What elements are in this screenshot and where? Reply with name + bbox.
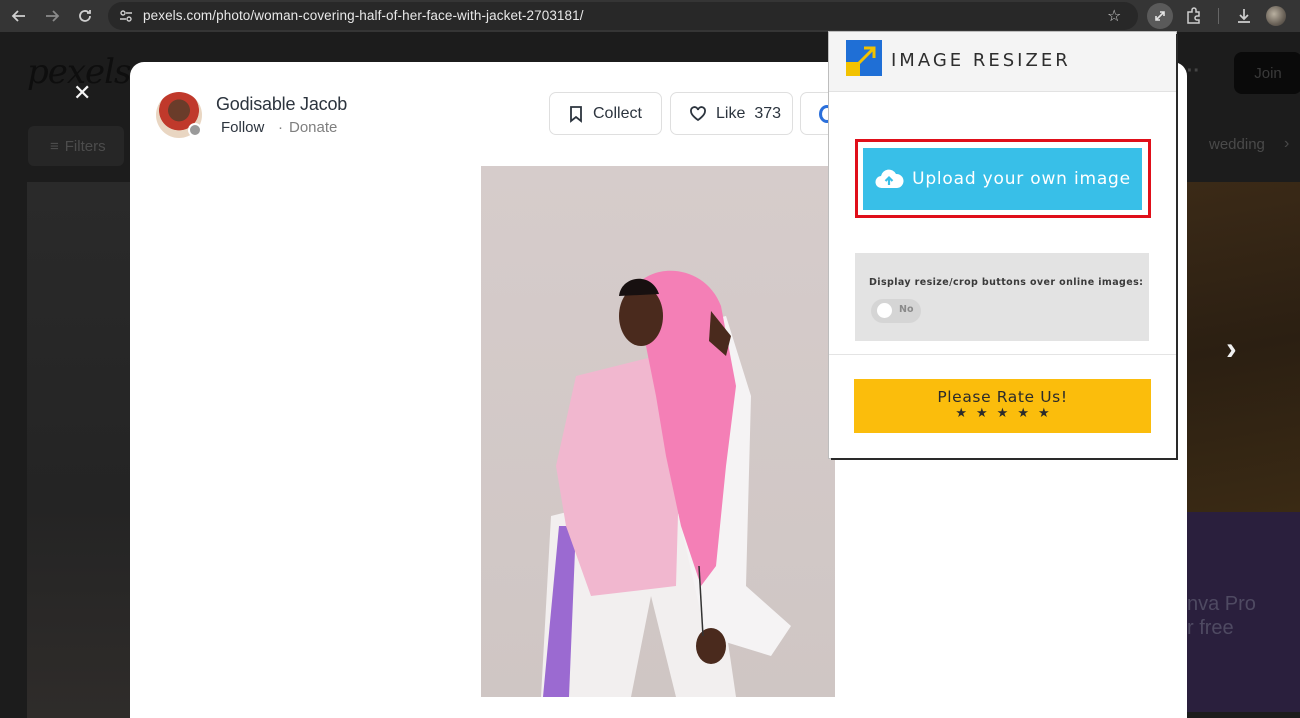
next-photo-arrow-icon[interactable]: ›: [1226, 330, 1237, 367]
overlay-option-panel: Display resize/crop buttons over online …: [855, 253, 1149, 341]
downloads-icon[interactable]: [1234, 6, 1254, 26]
photo-image: [481, 166, 835, 697]
forward-icon[interactable]: [41, 5, 63, 27]
author-name[interactable]: Godisable Jacob: [216, 94, 347, 115]
address-bar[interactable]: pexels.com/photo/woman-covering-half-of-…: [108, 2, 1138, 30]
heart-icon: [690, 105, 706, 121]
like-label: Like: [716, 104, 746, 122]
donate-label: Donate: [289, 119, 338, 136]
extensions-icon[interactable]: [1184, 6, 1204, 26]
overlay-option-label: Display resize/crop buttons over online …: [869, 277, 1144, 288]
profile-avatar[interactable]: [1266, 6, 1286, 26]
filters-label: Filters: [64, 137, 106, 155]
bookmark-icon: [570, 105, 582, 123]
upload-label: Upload your own image: [912, 169, 1131, 189]
follow-button[interactable]: Follow: [221, 119, 264, 136]
image-resizer-logo-icon: [846, 40, 882, 76]
donate-link[interactable]: · Donate: [278, 119, 337, 136]
like-button[interactable]: Like 373: [670, 92, 793, 135]
bookmark-star-icon[interactable]: ☆: [1107, 6, 1121, 26]
main-photo[interactable]: [481, 166, 835, 697]
close-modal-icon[interactable]: ✕: [73, 80, 91, 106]
collect-button[interactable]: Collect: [549, 92, 662, 135]
cloud-upload-icon: [875, 169, 904, 189]
like-count: 373: [754, 104, 782, 122]
browser-toolbar: pexels.com/photo/woman-covering-half-of-…: [0, 0, 1300, 32]
rating-stars-icon: ★★★★★: [955, 406, 1059, 421]
upload-image-button[interactable]: Upload your own image: [863, 148, 1142, 210]
background-photo-left: [27, 182, 130, 718]
promo-text: nva Pro r free: [1187, 592, 1256, 640]
rate-us-button[interactable]: Please Rate Us! ★★★★★: [854, 379, 1151, 433]
overlay-toggle[interactable]: No: [871, 299, 921, 323]
collect-label: Collect: [593, 104, 642, 122]
popup-divider: [829, 354, 1176, 355]
rate-label: Please Rate Us!: [937, 388, 1068, 406]
toggle-state: No: [899, 304, 914, 315]
url-text[interactable]: pexels.com/photo/woman-covering-half-of-…: [143, 8, 584, 23]
filter-icon: ≡: [50, 137, 59, 155]
author-badge-icon: [188, 123, 202, 137]
chevron-right-icon[interactable]: ›: [1284, 135, 1289, 153]
toolbar-separator: [1218, 8, 1219, 24]
popup-header: IMAGE RESIZER: [829, 32, 1176, 92]
site-settings-icon[interactable]: [118, 8, 134, 24]
popup-title: IMAGE RESIZER: [891, 50, 1071, 71]
author-separator: ·: [278, 119, 283, 136]
filters-button[interactable]: ≡ Filters: [28, 126, 124, 166]
join-button[interactable]: Join: [1234, 52, 1300, 94]
image-resizer-extension-icon[interactable]: [1147, 3, 1173, 29]
promo-line-1: nva Pro: [1187, 593, 1256, 615]
promo-line-2: r free: [1187, 617, 1234, 639]
background-photo-right: [1186, 182, 1300, 512]
toggle-knob: [877, 303, 892, 318]
reload-icon[interactable]: [74, 5, 96, 27]
back-icon[interactable]: [8, 5, 30, 27]
image-resizer-popup: IMAGE RESIZER Upload your own image Disp…: [829, 32, 1176, 458]
tag-wedding[interactable]: wedding: [1209, 136, 1265, 153]
